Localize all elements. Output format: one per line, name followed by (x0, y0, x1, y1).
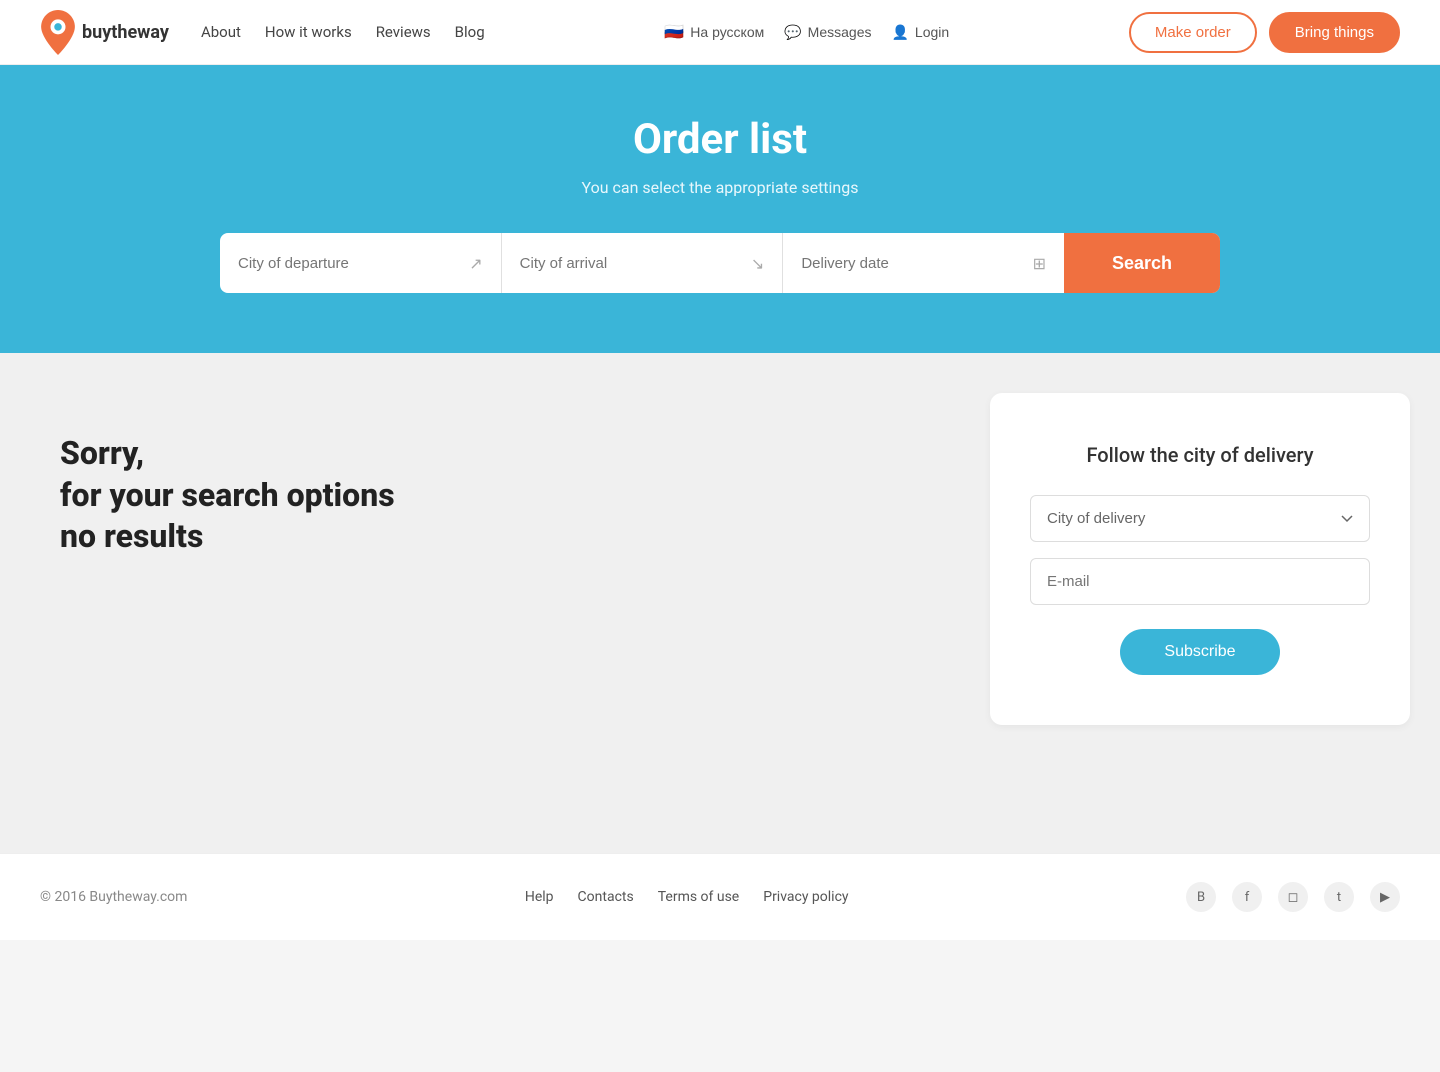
page-title: Order list (40, 115, 1400, 164)
twitter-icon[interactable]: t (1324, 882, 1354, 912)
results-area: Sorry, for your search options no result… (0, 353, 960, 853)
search-bar: ↗ ↘ ⊞ Search (220, 233, 1220, 293)
header-right: Make order Bring things (1129, 12, 1400, 53)
nav-how-it-works[interactable]: How it works (265, 23, 352, 41)
main-nav: About How it works Reviews Blog (201, 23, 485, 41)
date-input[interactable] (801, 255, 1032, 272)
subscribe-title: Follow the city of delivery (1030, 443, 1370, 467)
flag-icon: 🇷🇺 (664, 22, 684, 42)
no-results-line3: no results (60, 517, 203, 555)
header-left: buytheway About How it works Reviews Blo… (40, 10, 485, 55)
arrow-up-right-icon: ↗ (469, 254, 482, 273)
language-button[interactable]: 🇷🇺 На русском (664, 22, 764, 42)
user-icon: 👤 (891, 24, 908, 41)
footer-copyright: © 2016 Buytheway.com (40, 889, 187, 905)
header-center: 🇷🇺 На русском 💬 Messages 👤 Login (664, 22, 949, 42)
email-input[interactable] (1030, 558, 1370, 605)
main-content: Sorry, for your search options no result… (0, 353, 1440, 853)
city-of-delivery-select[interactable]: City of delivery (1030, 495, 1370, 542)
footer-links: Help Contacts Terms of use Privacy polic… (525, 889, 849, 905)
no-results-line1: Sorry, (60, 434, 144, 472)
logo-text: buytheway (82, 22, 169, 43)
no-results-message: Sorry, for your search options no result… (60, 433, 900, 558)
footer: © 2016 Buytheway.com Help Contacts Terms… (0, 853, 1440, 940)
messages-button[interactable]: 💬 Messages (784, 24, 871, 41)
sidebar: Follow the city of delivery City of deli… (960, 353, 1440, 853)
hero-section: Order list You can select the appropriat… (0, 65, 1440, 353)
message-icon: 💬 (784, 24, 801, 41)
footer-link-contacts[interactable]: Contacts (578, 889, 634, 905)
search-button[interactable]: Search (1064, 233, 1220, 293)
hero-subtitle: You can select the appropriate settings (40, 178, 1400, 197)
logo-icon (40, 10, 76, 55)
login-button[interactable]: 👤 Login (891, 24, 949, 41)
nav-reviews[interactable]: Reviews (376, 23, 431, 41)
arrival-input[interactable] (520, 255, 751, 272)
subscribe-button[interactable]: Subscribe (1120, 629, 1279, 675)
header: buytheway About How it works Reviews Blo… (0, 0, 1440, 65)
nav-about[interactable]: About (201, 23, 241, 41)
bring-things-button[interactable]: Bring things (1269, 12, 1400, 53)
facebook-icon[interactable]: f (1232, 882, 1262, 912)
footer-link-privacy[interactable]: Privacy policy (763, 889, 848, 905)
subscribe-card: Follow the city of delivery City of deli… (990, 393, 1410, 725)
calendar-icon: ⊞ (1033, 254, 1046, 273)
arrival-field[interactable]: ↘ (502, 233, 784, 293)
arrow-down-right-icon: ↘ (751, 254, 764, 273)
nav-blog[interactable]: Blog (455, 23, 485, 41)
vk-icon[interactable]: В (1186, 882, 1216, 912)
logo[interactable]: buytheway (40, 10, 169, 55)
date-field[interactable]: ⊞ (783, 233, 1064, 293)
lang-label: На русском (690, 24, 764, 40)
make-order-button[interactable]: Make order (1129, 12, 1257, 53)
footer-link-help[interactable]: Help (525, 889, 554, 905)
departure-input[interactable] (238, 255, 469, 272)
instagram-icon[interactable]: ◻ (1278, 882, 1308, 912)
footer-link-terms[interactable]: Terms of use (658, 889, 740, 905)
youtube-icon[interactable]: ▶ (1370, 882, 1400, 912)
no-results-line2: for your search options (60, 476, 395, 514)
footer-social: В f ◻ t ▶ (1186, 882, 1400, 912)
departure-field[interactable]: ↗ (220, 233, 502, 293)
